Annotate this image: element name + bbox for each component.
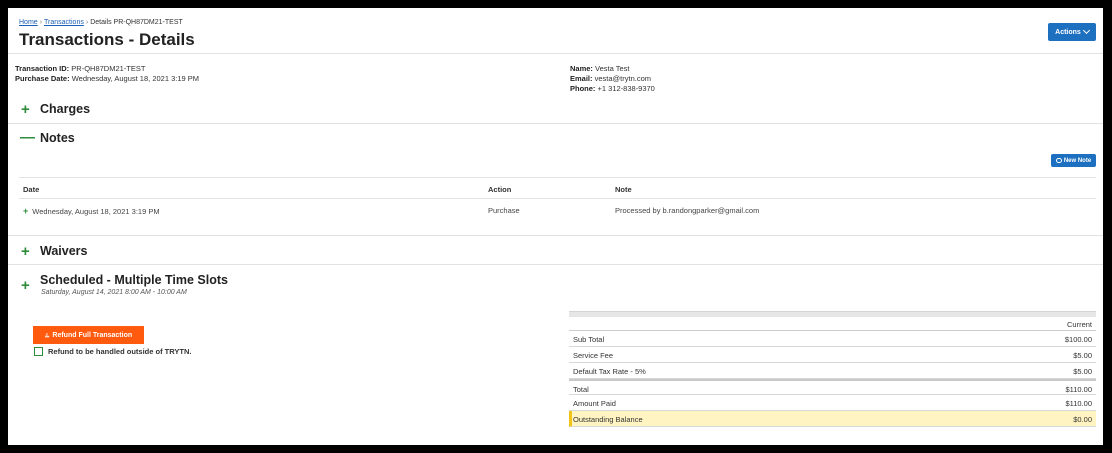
totals-row-subtotal: Sub Total $100.00	[569, 331, 1096, 347]
totals-label: Default Tax Rate - 5%	[573, 367, 646, 376]
note-date-cell: + Wednesday, August 18, 2021 3:19 PM	[23, 206, 160, 216]
customer-name-label: Name:	[570, 64, 593, 73]
breadcrumb-current: Details PR-QH87DM21-TEST	[90, 19, 183, 26]
breadcrumb-separator: ›	[85, 19, 89, 26]
section-waivers-title[interactable]: Waivers	[40, 244, 87, 258]
column-header-date: Date	[23, 185, 40, 194]
collapse-icon[interactable]: —	[20, 130, 35, 145]
note-text: Processed by b.randongparker@gmail.com	[615, 206, 760, 215]
totals-row-service-fee: Service Fee $5.00	[569, 347, 1096, 363]
transaction-id-value: PR-QH87DM21-TEST	[71, 64, 146, 73]
customer-email-value: vesta@trytn.com	[594, 74, 651, 83]
refund-outside-checkbox-row[interactable]: Refund to be handled outside of TRYTN.	[34, 347, 191, 356]
customer-email-label: Email:	[570, 74, 593, 83]
actions-button-label: Actions	[1055, 28, 1081, 36]
totals-label: Outstanding Balance	[573, 415, 643, 424]
totals-value: $5.00	[1073, 351, 1092, 360]
totals-column-header: Current	[1066, 320, 1092, 329]
notes-table-header: Date Action Note	[19, 177, 1096, 199]
purchase-date-value: Wednesday, August 18, 2021 3:19 PM	[71, 74, 200, 83]
expand-icon[interactable]: +	[21, 244, 30, 259]
totals-value: $110.00	[1065, 399, 1092, 408]
refund-button-label: Refund Full Transaction	[52, 331, 133, 339]
totals-table: Current Sub Total $100.00 Service Fee $5…	[569, 311, 1096, 427]
totals-header: Current	[569, 317, 1096, 331]
customer-name-value: Vesta Test	[595, 64, 630, 73]
totals-value: $0.00	[1073, 415, 1092, 424]
column-header-note: Note	[615, 185, 632, 194]
breadcrumb-separator: ›	[39, 19, 43, 26]
note-date: Wednesday, August 18, 2021 3:19 PM	[32, 207, 160, 216]
breadcrumb: Home › Transactions › Details PR-QH87DM21-TE…	[19, 19, 183, 26]
customer-phone-value: +1 312-838-9370	[597, 84, 655, 93]
expand-icon[interactable]: +	[21, 102, 30, 117]
page-frame: Home › Transactions › Details PR-QH87DM21-TE…	[8, 8, 1103, 445]
row-expand-icon[interactable]: +	[23, 206, 28, 216]
section-waivers[interactable]: + Waivers	[8, 235, 1103, 263]
transaction-info: Transaction ID: PR-QH87DM21-TEST Purchas…	[15, 64, 199, 84]
section-charges-title[interactable]: Charges	[40, 102, 90, 116]
totals-row-amount-paid: Amount Paid $110.00	[569, 395, 1096, 411]
totals-label: Sub Total	[573, 335, 605, 344]
totals-label: Service Fee	[573, 351, 614, 360]
new-note-button-label: New Note	[1063, 157, 1092, 164]
totals-label: Amount Paid	[573, 399, 616, 408]
scheduled-time-subtitle: Saturday, August 14, 2021 8:00 AM - 10:0…	[41, 289, 187, 296]
breadcrumb-transactions-link[interactable]: Transactions	[44, 19, 84, 26]
refund-icon: ⥿	[44, 330, 50, 339]
table-row: + Wednesday, August 18, 2021 3:19 PM Purc…	[19, 199, 1096, 222]
totals-row-outstanding-balance: Outstanding Balance $0.00	[569, 411, 1096, 427]
section-notes-title[interactable]: Notes	[40, 131, 75, 145]
page-title: Transactions - Details	[19, 30, 195, 49]
refund-outside-label: Refund to be handled outside of TRYTN.	[48, 347, 192, 356]
section-scheduled-title[interactable]: Scheduled - Multiple Time Slots	[40, 273, 228, 287]
customer-info: Name: Vesta Test Email: vesta@trytn.com …	[570, 64, 655, 94]
section-notes[interactable]: — Notes	[8, 123, 1103, 151]
speech-bubble-icon	[1055, 158, 1062, 163]
column-header-action: Action	[488, 185, 512, 194]
page-header: Home › Transactions › Details PR-QH87DM21-TE…	[8, 8, 1103, 54]
new-note-button[interactable]: New Note	[1051, 154, 1096, 167]
section-scheduled[interactable]: + Scheduled - Multiple Time Slots	[8, 264, 1103, 293]
refund-outside-checkbox[interactable]	[34, 347, 43, 356]
note-action: Purchase	[488, 206, 520, 215]
totals-row-tax: Default Tax Rate - 5% $5.00	[569, 363, 1096, 379]
chevron-down-icon	[1082, 26, 1090, 35]
totals-label: Total	[573, 385, 589, 394]
totals-row-total: Total $110.00	[569, 379, 1096, 395]
customer-phone-label: Phone:	[570, 84, 596, 93]
refund-full-transaction-button[interactable]: ⥿ Refund Full Transaction	[33, 326, 144, 344]
totals-value: $5.00	[1073, 367, 1092, 376]
notes-table: Date Action Note + Wednesday, August 18, …	[19, 177, 1096, 222]
breadcrumb-home-link[interactable]: Home	[19, 19, 38, 26]
transaction-id-label: Transaction ID:	[15, 64, 70, 73]
totals-value: $100.00	[1064, 335, 1092, 344]
expand-icon[interactable]: +	[21, 278, 30, 293]
actions-button[interactable]: Actions	[1048, 23, 1096, 41]
purchase-date-label: Purchase Date:	[15, 74, 70, 83]
totals-value: $110.00	[1065, 385, 1092, 394]
